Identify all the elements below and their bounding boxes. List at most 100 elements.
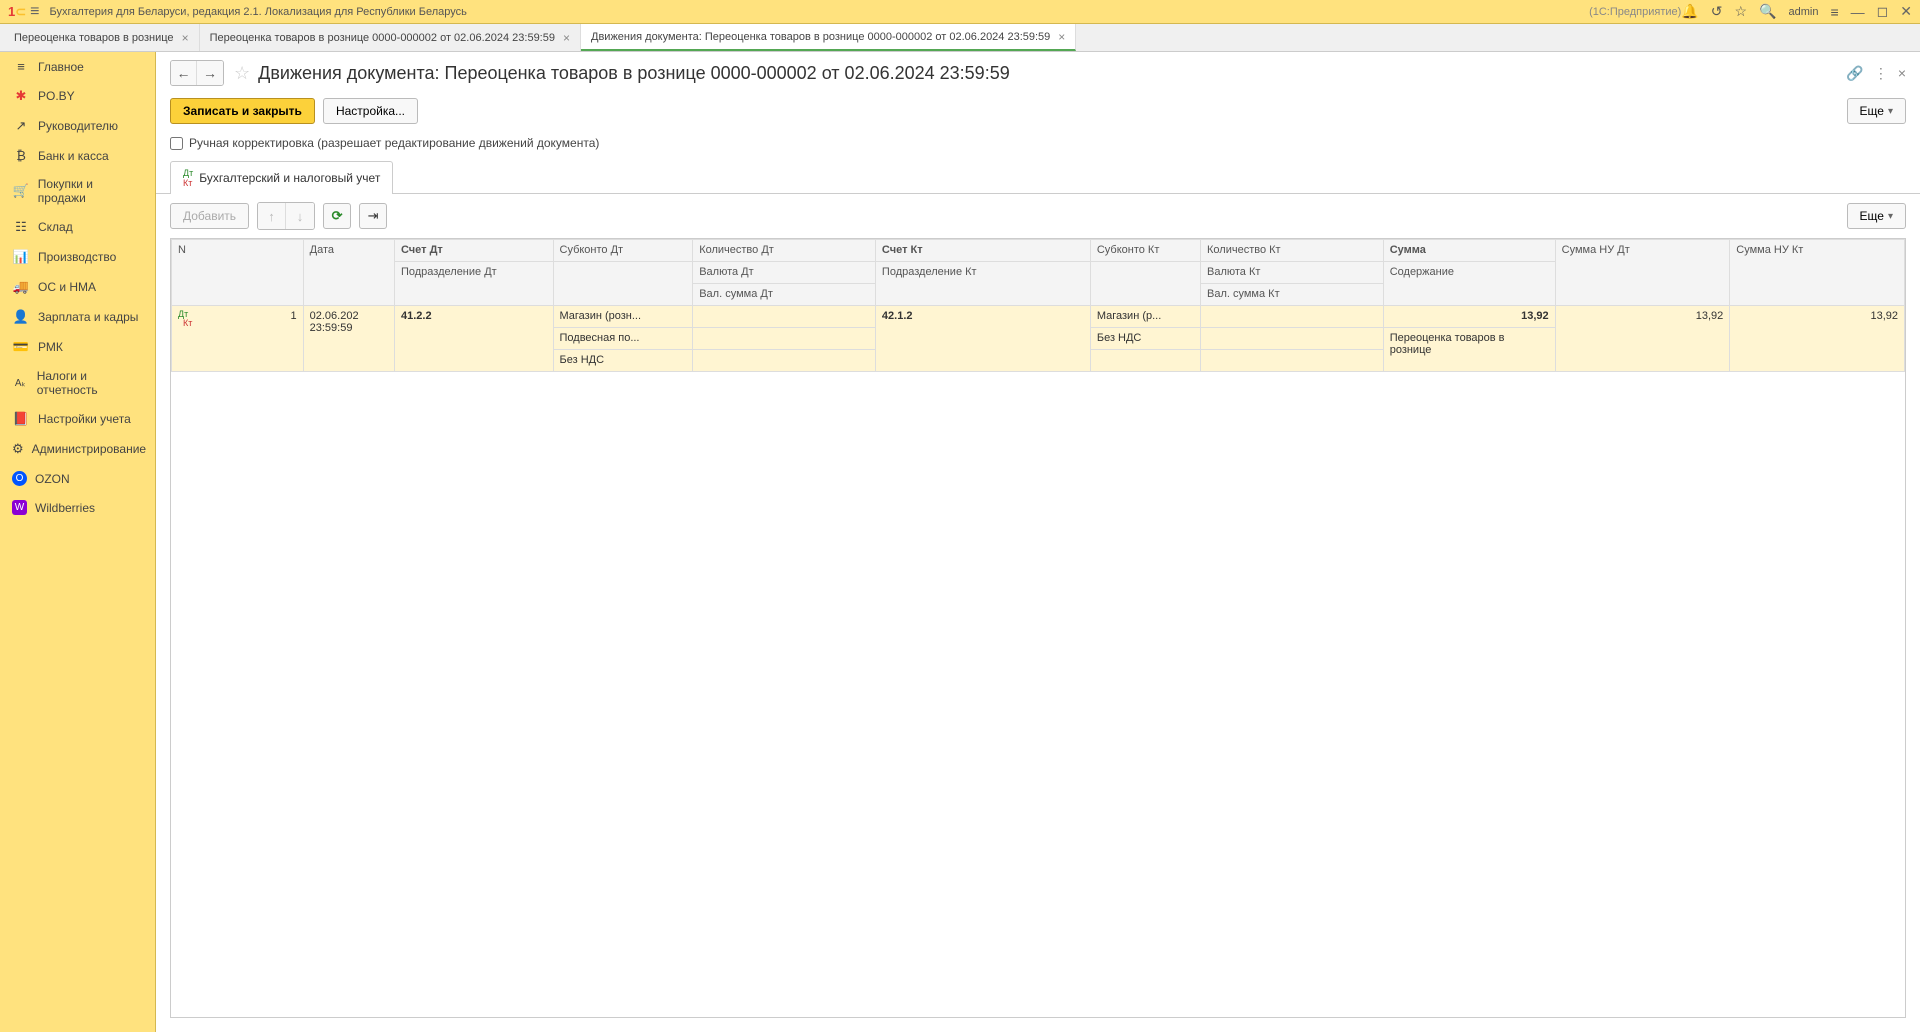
th-sum[interactable]: Сумма <box>1383 240 1555 262</box>
star-icon[interactable]: ☆ <box>1735 3 1748 20</box>
th-dept-dt[interactable]: Подразделение Дт <box>394 262 553 306</box>
tab-close-icon[interactable]: × <box>1058 30 1065 44</box>
inner-toolbar: Добавить ↑ ↓ ⟳ ⇥ Еще▾ <box>156 194 1920 238</box>
minimize-button[interactable]: — <box>1851 4 1865 20</box>
sidebar-item-salary[interactable]: 👤Зарплата и кадры <box>0 302 155 332</box>
sidebar-item-admin[interactable]: ⚙Администрирование <box>0 434 155 464</box>
th-curval-kt[interactable]: Вал. сумма Кт <box>1201 284 1384 306</box>
sidebar-item-label: OZON <box>35 472 70 486</box>
sidebar-item-label: PO.BY <box>38 89 75 103</box>
sidebar-item-main[interactable]: ≡Главное <box>0 52 155 81</box>
manual-edit-checkbox[interactable] <box>170 137 183 150</box>
th-cur-dt[interactable]: Валюта Дт <box>693 262 876 284</box>
card-icon: 💳 <box>12 339 30 355</box>
bell-icon[interactable]: 🔔 <box>1681 3 1698 20</box>
sidebar-item-label: Банк и касса <box>38 149 109 163</box>
cell-qty-kt-2 <box>1201 328 1384 350</box>
book-icon: 📕 <box>12 411 30 427</box>
movements-table[interactable]: N Дата Счет Дт Субконто Дт Количество Дт… <box>170 238 1906 1018</box>
tab-close-icon[interactable]: × <box>182 31 189 45</box>
tab-close-icon[interactable]: × <box>563 31 570 45</box>
sidebar-item-label: ОС и НМА <box>38 280 96 294</box>
th-curval-dt[interactable]: Вал. сумма Дт <box>693 284 876 306</box>
more-label: Еще <box>1860 209 1884 223</box>
sidebar-item-warehouse[interactable]: ☷Склад <box>0 212 155 242</box>
tab-doc-movements[interactable]: Движения документа: Переоценка товаров в… <box>581 24 1076 51</box>
sidebar-item-label: Производство <box>38 250 116 264</box>
move-group: ↑ ↓ <box>257 202 315 230</box>
main-menu-icon[interactable]: ≡ <box>30 3 39 21</box>
cell-acc-dt: 41.2.2 <box>394 306 553 372</box>
sidebar-item-production[interactable]: 📊Производство <box>0 242 155 272</box>
tab-revaluation-doc[interactable]: Переоценка товаров в рознице 0000-000002… <box>200 24 581 51</box>
grid-icon: ☷ <box>12 219 30 235</box>
settings-button[interactable]: Настройка... <box>323 98 418 124</box>
sidebar-item-bank[interactable]: ₿Банк и касса <box>0 141 155 170</box>
star-icon: ✱ <box>12 88 30 104</box>
link-icon[interactable]: 🔗 <box>1846 65 1863 82</box>
table-row[interactable]: Дт Кт 1 02.06.202 23:59:59 41.2.2 Магази… <box>172 306 1905 328</box>
sidebar-item-label: Налоги и отчетность <box>37 369 143 397</box>
sidebar-item-wildberries[interactable]: WWildberries <box>0 493 155 522</box>
sidebar-item-ozon[interactable]: OOZON <box>0 464 155 493</box>
settings-icon[interactable]: ≡ <box>1830 4 1838 20</box>
th-qty-kt[interactable]: Количество Кт <box>1201 240 1384 262</box>
add-button[interactable]: Добавить <box>170 203 249 229</box>
cell-nu-dt: 13,92 <box>1555 306 1730 372</box>
nav-group: ← → <box>170 60 224 86</box>
nav-forward-button[interactable]: → <box>197 61 223 85</box>
th-acc-kt[interactable]: Счет Кт <box>875 240 1090 262</box>
sidebar-item-acc-settings[interactable]: 📕Настройки учета <box>0 404 155 434</box>
person-icon: 👤 <box>12 309 30 325</box>
th-qty-dt[interactable]: Количество Дт <box>693 240 876 262</box>
sidebar-item-sales[interactable]: 🛒Покупки и продажи <box>0 170 155 212</box>
favorite-icon[interactable]: ☆ <box>234 63 250 84</box>
sidebar-item-taxes[interactable]: АₖНалоги и отчетность <box>0 362 155 404</box>
tabs-bar: Переоценка товаров в рознице × Переоценк… <box>0 24 1920 52</box>
search-icon[interactable]: 🔍 <box>1759 3 1776 20</box>
th-dept-kt[interactable]: Подразделение Кт <box>875 262 1090 306</box>
tab-revaluation-list[interactable]: Переоценка товаров в рознице × <box>4 24 200 51</box>
manual-edit-label: Ручная корректировка (разрешает редактир… <box>189 136 599 150</box>
history-icon[interactable]: ↺ <box>1711 3 1723 20</box>
th-nu-dt[interactable]: Сумма НУ Дт <box>1555 240 1730 306</box>
close-page-icon[interactable]: × <box>1898 65 1906 81</box>
th-n[interactable]: N <box>172 240 304 306</box>
more-vertical-icon[interactable]: ⋮ <box>1874 65 1888 82</box>
close-button[interactable]: ✕ <box>1900 3 1912 20</box>
th-sub-kt[interactable]: Субконто Кт <box>1090 240 1200 262</box>
platform-label: (1С:Предприятие) <box>1589 6 1681 18</box>
inner-more-button[interactable]: Еще▾ <box>1847 203 1906 229</box>
tab-accounting[interactable]: ДтКт Бухгалтерский и налоговый учет <box>170 161 393 194</box>
cell-sub-kt-1: Магазин (р... <box>1090 306 1200 328</box>
th-date[interactable]: Дата <box>303 240 394 306</box>
chevron-down-icon: ▾ <box>1888 106 1893 117</box>
cell-sub-dt-3: Без НДС <box>553 350 693 372</box>
sidebar-item-label: Wildberries <box>35 501 95 515</box>
header-row-1: N Дата Счет Дт Субконто Дт Количество Дт… <box>172 240 1905 262</box>
gear-icon: ⚙ <box>12 441 24 457</box>
tab-label: Переоценка товаров в рознице 0000-000002… <box>210 32 555 44</box>
page-title: Движения документа: Переоценка товаров в… <box>258 63 1846 84</box>
th-cur-kt[interactable]: Валюта Кт <box>1201 262 1384 284</box>
move-up-button[interactable]: ↑ <box>258 203 286 229</box>
sidebar-item-manager[interactable]: ↗Руководителю <box>0 111 155 141</box>
sidebar-item-poby[interactable]: ✱ PO.BY <box>0 81 155 111</box>
save-close-button[interactable]: Записать и закрыть <box>170 98 315 124</box>
th-content[interactable]: Содержание <box>1383 262 1555 306</box>
row-number: 1 <box>291 310 297 322</box>
th-sub-dt[interactable]: Субконто Дт <box>553 240 693 262</box>
refresh-button[interactable]: ⟳ <box>323 203 351 229</box>
toolbar: Записать и закрыть Настройка... Еще▾ <box>156 94 1920 134</box>
sidebar-item-os-nma[interactable]: 🚚 ОС и НМА <box>0 272 155 302</box>
th-acc-dt[interactable]: Счет Дт <box>394 240 553 262</box>
user-label[interactable]: admin <box>1789 6 1819 18</box>
sidebar-item-rmk[interactable]: 💳РМК <box>0 332 155 362</box>
nav-back-button[interactable]: ← <box>171 61 197 85</box>
move-down-button[interactable]: ↓ <box>286 203 314 229</box>
export-button[interactable]: ⇥ <box>359 203 387 229</box>
truck-icon: 🚚 <box>12 279 30 295</box>
maximize-button[interactable]: ◻ <box>1877 3 1889 20</box>
th-nu-kt[interactable]: Сумма НУ Кт <box>1730 240 1905 306</box>
more-button[interactable]: Еще▾ <box>1847 98 1906 124</box>
